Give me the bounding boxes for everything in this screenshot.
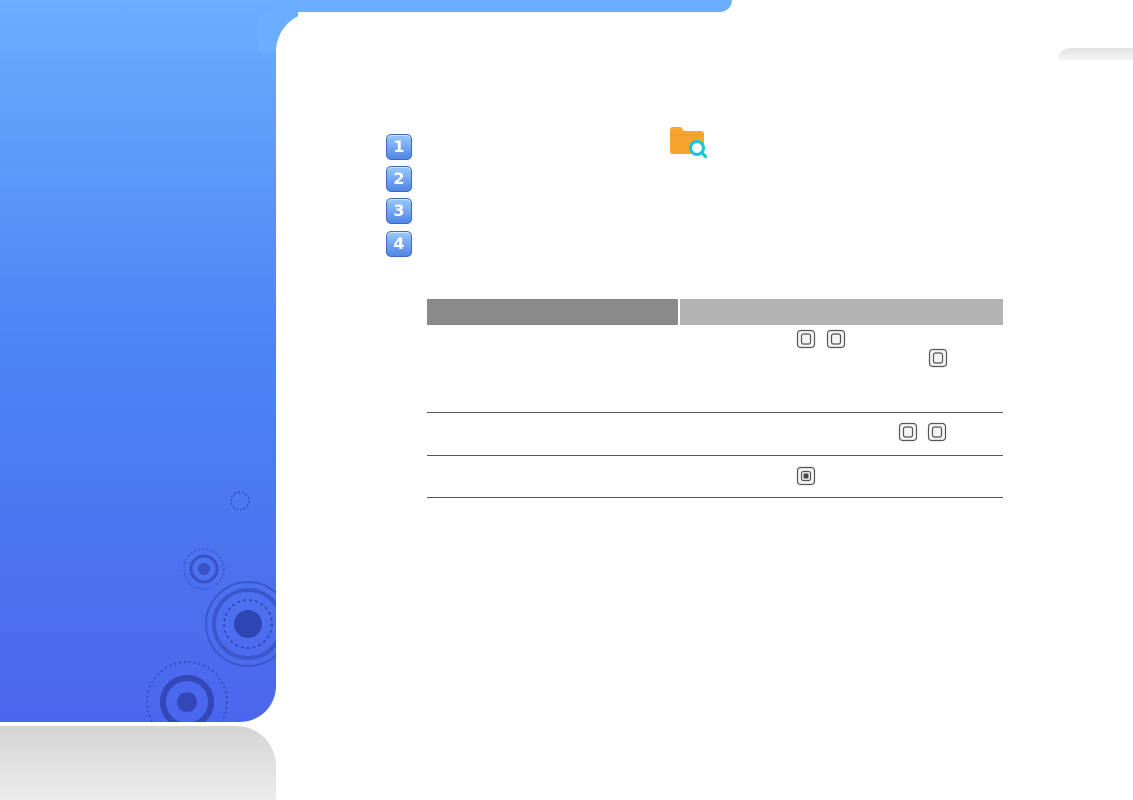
square-key-icon [927, 422, 947, 442]
sidebar-footer-panel [0, 726, 276, 800]
table-header-column-2 [680, 299, 1003, 325]
square-key-icon [928, 348, 948, 368]
folder-search-icon [670, 127, 708, 158]
step-4-badge: 4 [386, 231, 412, 257]
step-1-badge: 1 [386, 134, 412, 160]
step-3-badge: 3 [386, 198, 412, 224]
table-header-column-1 [427, 299, 678, 325]
square-key-icon [826, 329, 846, 349]
table-row-divider [427, 455, 1003, 456]
square-key-icon [796, 329, 816, 349]
step-2-badge: 2 [386, 166, 412, 192]
center-key-icon [796, 466, 816, 486]
right-tab-decoration [1058, 48, 1133, 60]
table-bottom-rule [427, 497, 1003, 498]
top-accent-bar [276, 0, 732, 12]
concentric-circles-decoration [146, 491, 276, 722]
sidebar-panel [0, 0, 276, 722]
table-row-divider [427, 412, 1003, 413]
square-key-icon [898, 422, 918, 442]
